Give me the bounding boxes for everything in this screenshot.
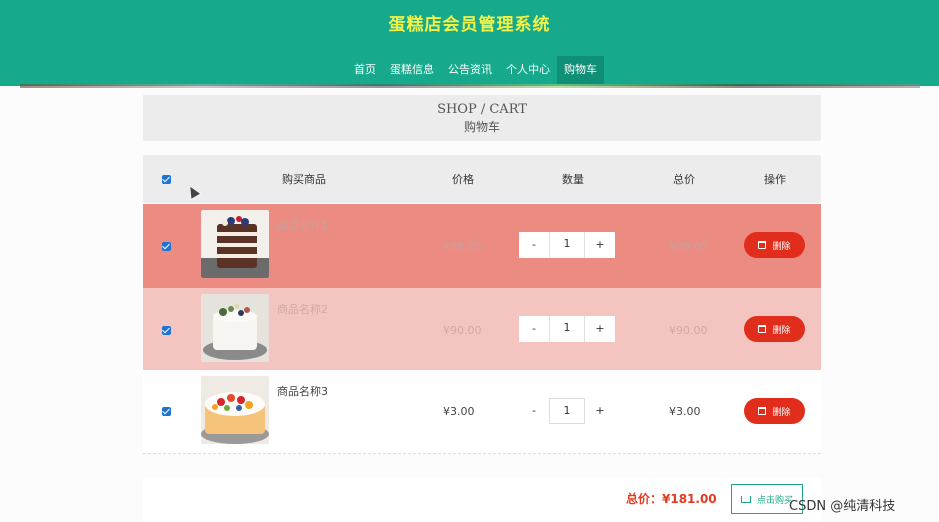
quantity-stepper: - 1 + [519,316,615,342]
row-total: ¥88.00 [669,239,708,253]
row-total: ¥3.00 [669,405,701,418]
delete-button[interactable]: 删除 [744,316,805,342]
table-row: 商品名称2 ¥90.00 - 1 + ¥90.00 删除 [143,288,821,372]
product-image [201,294,269,362]
cart-title-cn: 购物车 [463,120,500,134]
increase-button[interactable]: + [585,232,615,258]
product-name[interactable]: 商品名称2 [277,301,328,317]
increase-button[interactable]: + [585,398,615,424]
nav-personal-center[interactable]: 个人中心 [499,56,557,84]
nav-announcements[interactable]: 公告资讯 [441,56,499,84]
decrease-button[interactable]: - [519,398,549,424]
product-price: ¥90.00 [443,323,482,337]
delete-label: 删除 [772,407,791,418]
product-name[interactable]: 商品名称1 [277,217,328,233]
trash-icon [758,241,767,249]
col-product: 购买商品 [282,173,326,186]
table-row: 商品名称1 ¥88.00 - 1 + ¥88.00 删除 [143,204,821,288]
select-all-checkbox[interactable] [162,155,171,203]
col-price: 价格 [452,173,474,186]
col-total: 总价 [673,173,695,186]
delete-label: 删除 [772,241,791,252]
product-price: ¥88.00 [443,239,482,253]
cart-page-title: SHOP / CART 购物车 [143,95,821,141]
delete-label: 删除 [772,325,791,336]
grand-total: 总价：¥181.00 [626,492,717,506]
product-price: ¥3.00 [443,405,475,418]
row-checkbox[interactable] [162,204,171,288]
row-checkbox[interactable] [162,370,171,453]
decrease-button[interactable]: - [519,316,549,342]
row-total: ¥90.00 [669,323,708,337]
quantity-stepper: - 1 + [519,232,615,258]
table-row: 商品名称3 ¥3.00 - 1 + ¥3.00 删除 [143,370,821,454]
col-action: 操作 [764,173,786,186]
nav-cake-info[interactable]: 蛋糕信息 [383,56,441,84]
product-name[interactable]: 商品名称3 [277,383,328,399]
quantity-value[interactable]: 1 [549,398,585,424]
trash-icon [758,407,767,415]
quantity-value[interactable]: 1 [549,232,585,258]
product-image [201,210,269,278]
product-image [201,376,269,444]
row-checkbox[interactable] [162,288,171,372]
trash-icon [758,325,767,333]
cart-footer: 总价：¥181.00 点击购买 [143,478,821,522]
decrease-button[interactable]: - [519,232,549,258]
delete-button[interactable]: 删除 [744,232,805,258]
nav-home[interactable]: 首页 [347,56,383,84]
cart-icon [740,495,751,503]
increase-button[interactable]: + [585,316,615,342]
nav-cart[interactable]: 购物车 [557,56,604,84]
quantity-value[interactable]: 1 [549,316,585,342]
buy-label: 点击购买 [756,495,793,506]
cart-title-en: SHOP / CART [437,102,527,117]
app-title: 蛋糕店会员管理系统 [388,15,551,35]
delete-button[interactable]: 删除 [744,398,805,424]
watermark: CSDN @纯清科技 [789,499,896,514]
quantity-stepper: - 1 + [519,398,615,424]
cart-table-header: 购买商品 价格 数量 总价 操作 [143,155,821,203]
col-quantity: 数量 [562,173,584,186]
top-header: 蛋糕店会员管理系统 首页 蛋糕信息 公告资讯 个人中心 购物车 [0,0,939,86]
main-nav: 首页 蛋糕信息 公告资讯 个人中心 购物车 [347,56,604,84]
